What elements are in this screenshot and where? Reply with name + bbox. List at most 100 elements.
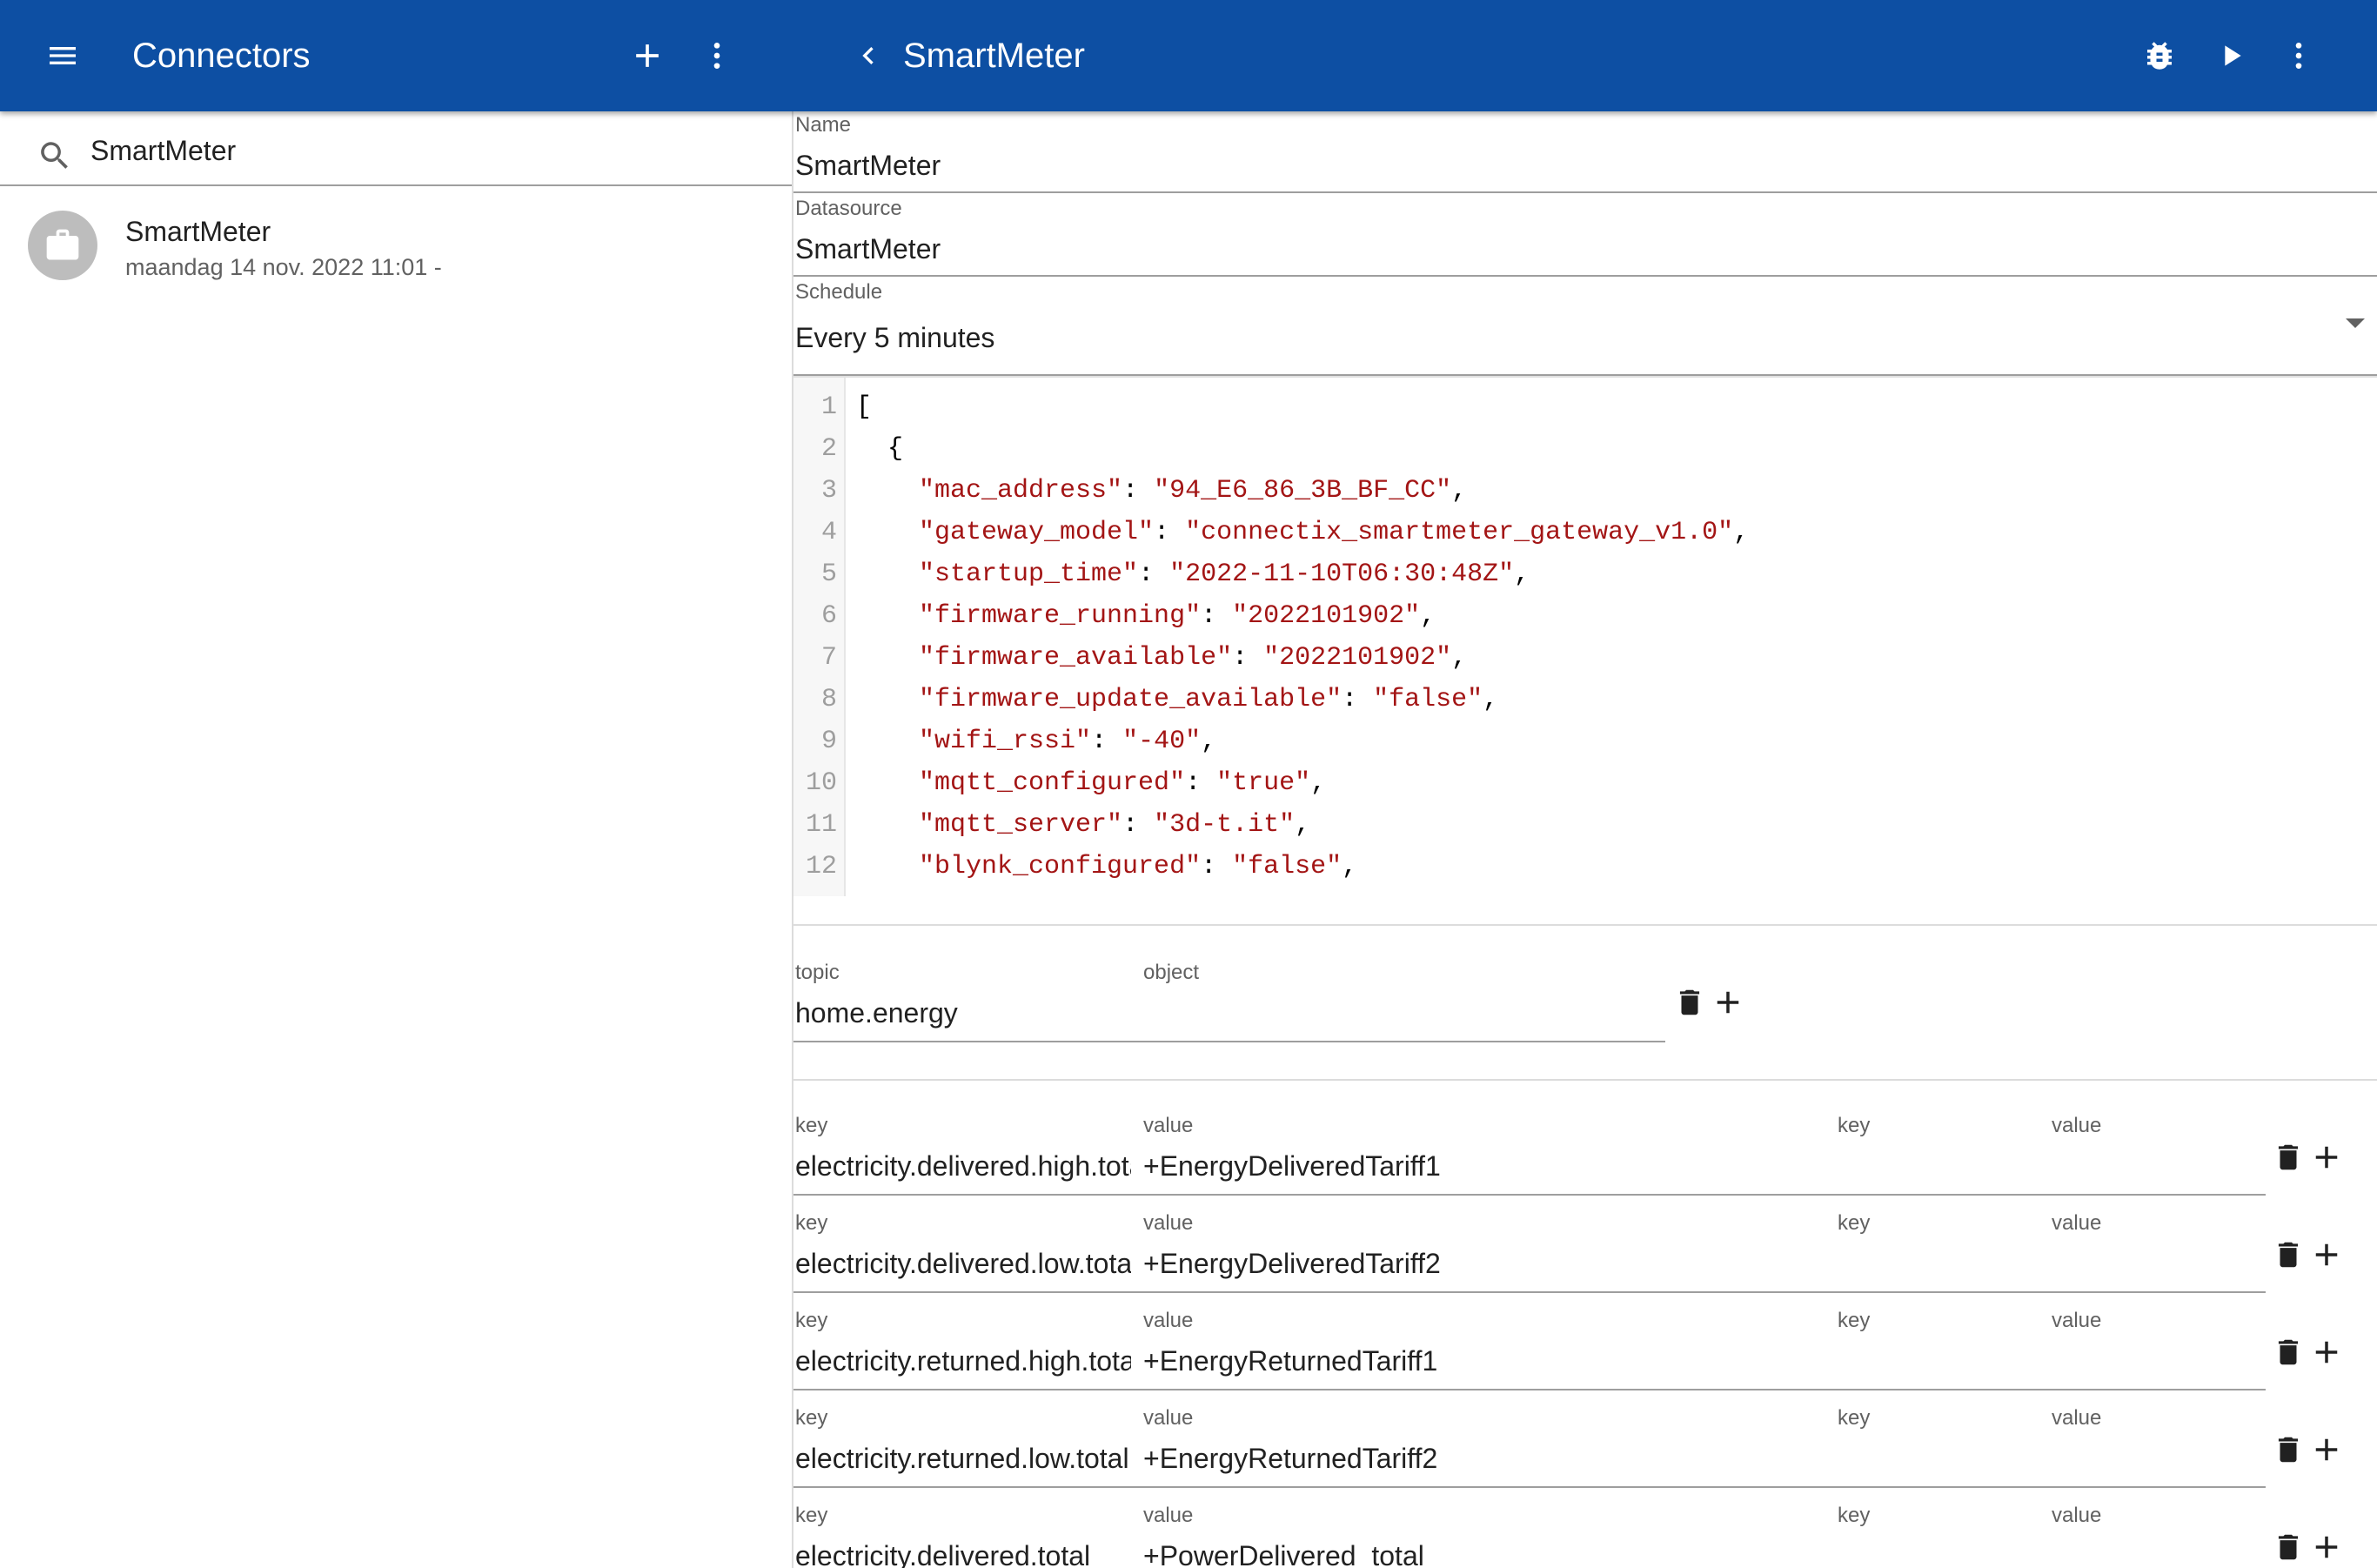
json-value: "2022101902" (1232, 601, 1421, 631)
delete-icon (2278, 1144, 2299, 1170)
name-input[interactable]: SmartMeter (795, 150, 941, 182)
code-text: "firmware_available": "2022101902", (919, 643, 1468, 673)
secondary-key-label: key (1838, 1309, 1871, 1332)
json-value: "true" (1216, 768, 1311, 798)
search-input[interactable] (90, 131, 769, 171)
key-input[interactable]: electricity.delivered.high.total (795, 1150, 1131, 1183)
key-label: key (795, 1309, 828, 1332)
play-icon (2225, 45, 2241, 66)
value-label: value (1143, 1211, 1194, 1235)
connectors-title: Connectors (132, 37, 311, 75)
mapping-underline (793, 1291, 2266, 1293)
secondary-key-label: key (1838, 1406, 1871, 1430)
right-more-button[interactable] (2274, 31, 2323, 80)
line-number: 11 (805, 810, 837, 840)
add-mapping-button[interactable] (2307, 1528, 2346, 1566)
connector-detail-panel: Name SmartMeter Datasource SmartMeter Sc… (793, 111, 2377, 1568)
run-button[interactable] (2206, 31, 2255, 80)
back-button[interactable] (844, 31, 893, 80)
json-value: "2022-11-10T06:30:48Z" (1169, 560, 1515, 589)
line-number: 9 (820, 727, 837, 756)
json-value: "-40" (1122, 727, 1202, 756)
json-key: "firmware_update_available" (919, 685, 1343, 714)
topic-input[interactable]: home.energy (795, 997, 1135, 1029)
list-item[interactable]: SmartMeter maandag 14 nov. 2022 11:01 - (0, 198, 792, 329)
name-field[interactable]: Name SmartMeter (793, 111, 2377, 193)
add-mapping-button[interactable] (2307, 1138, 2346, 1176)
delete-icon (1679, 989, 1700, 1015)
value-input[interactable]: +EnergyReturnedTariff2 (1143, 1443, 1822, 1475)
line-number: 5 (820, 560, 837, 589)
add-topic-button[interactable] (1709, 983, 1747, 1022)
value-label: value (1143, 1406, 1194, 1430)
delete-icon (2278, 1242, 2299, 1268)
key-input[interactable]: electricity.delivered.total (795, 1540, 1131, 1568)
add-icon (2315, 1438, 2338, 1461)
json-value: "false" (1232, 852, 1343, 881)
json-key: "gateway_model" (919, 518, 1155, 547)
delete-mapping-button[interactable] (2269, 1333, 2307, 1371)
line-number: 6 (820, 601, 837, 631)
value-input[interactable]: +EnergyReturnedTariff1 (1143, 1345, 1822, 1377)
delete-icon (2278, 1339, 2299, 1365)
delete-mapping-button[interactable] (2269, 1528, 2307, 1566)
value-input[interactable]: +EnergyDeliveredTariff2 (1143, 1248, 1822, 1280)
delete-mapping-button[interactable] (2269, 1138, 2307, 1176)
json-key: "startup_time" (919, 560, 1139, 589)
datasource-input[interactable]: SmartMeter (795, 233, 941, 265)
add-connector-button[interactable] (623, 31, 672, 80)
json-value: "false" (1373, 685, 1483, 714)
add-icon (2315, 1341, 2338, 1364)
code-text: "wifi_rssi": "-40", (919, 727, 1217, 756)
delete-mapping-button[interactable] (2269, 1431, 2307, 1469)
add-mapping-button[interactable] (2307, 1236, 2346, 1274)
connector-title: SmartMeter (903, 37, 1085, 75)
json-key: "wifi_rssi" (919, 727, 1092, 756)
datasource-field[interactable]: Datasource SmartMeter (793, 195, 2377, 277)
key-input[interactable]: electricity.returned.high.total (795, 1345, 1131, 1377)
briefcase-icon (46, 229, 79, 260)
list-item-subtitle: maandag 14 nov. 2022 11:01 - (125, 254, 442, 280)
chevron-down-icon[interactable] (2346, 318, 2365, 328)
menu-icon[interactable] (38, 31, 87, 80)
debug-button[interactable] (2135, 31, 2184, 80)
add-icon (636, 44, 659, 67)
delete-topic-button[interactable] (1671, 983, 1709, 1022)
add-icon (2315, 1536, 2338, 1558)
delete-mapping-button[interactable] (2269, 1236, 2307, 1274)
key-input[interactable]: electricity.delivered.low.total (795, 1248, 1131, 1280)
json-bracket: { (856, 434, 904, 464)
key-input[interactable]: electricity.returned.low.total (795, 1443, 1131, 1475)
schedule-value[interactable]: Every 5 minutes (795, 322, 994, 354)
add-mapping-button[interactable] (2307, 1431, 2346, 1469)
key-label: key (795, 1504, 828, 1527)
divider (793, 924, 2377, 926)
secondary-key-label: key (1838, 1114, 1871, 1137)
json-key: "mac_address" (919, 476, 1123, 506)
secondary-value-label: value (2052, 1211, 2102, 1235)
mapping-underline (793, 1194, 2266, 1196)
add-icon (2315, 1243, 2338, 1266)
mapping-underline (793, 1389, 2266, 1390)
json-value: "94_E6_86_3B_BF_CC" (1154, 476, 1452, 506)
value-label: value (1143, 1309, 1194, 1332)
add-icon (2315, 1146, 2338, 1169)
code-text: "mqtt_server": "3d-t.it", (919, 810, 1311, 840)
schedule-select[interactable]: Schedule Every 5 minutes (793, 278, 2377, 376)
schedule-label: Schedule (795, 280, 883, 304)
avatar (28, 211, 97, 280)
value-input[interactable]: +EnergyDeliveredTariff1 (1143, 1150, 1822, 1183)
more-vert-icon (713, 43, 720, 69)
code-text: { (856, 428, 903, 470)
value-label: value (1143, 1114, 1194, 1137)
line-number: 8 (820, 685, 837, 714)
chevron-left-icon (862, 47, 874, 64)
code-editor[interactable]: 1 [2 {3 "mac_address": "94_E6_86_3B_BF_CC… (793, 376, 2377, 896)
object-label: object (1143, 961, 1200, 984)
add-mapping-button[interactable] (2307, 1333, 2346, 1371)
secondary-value-label: value (2052, 1504, 2102, 1527)
search-icon (37, 137, 73, 178)
line-number: 4 (820, 518, 837, 547)
value-input[interactable]: +PowerDelivered_total (1143, 1540, 1822, 1568)
left-more-button[interactable] (693, 31, 741, 80)
